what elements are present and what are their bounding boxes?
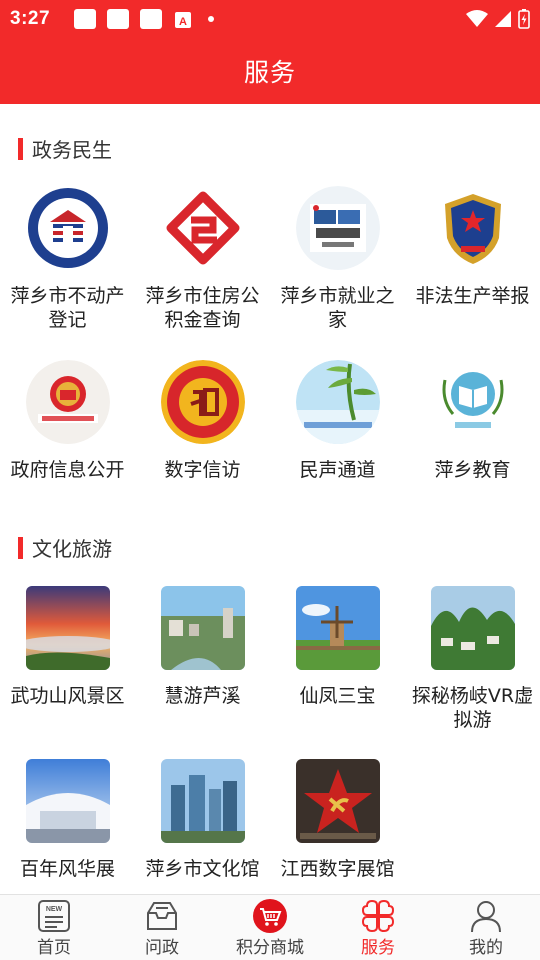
bottom-tab-bar: NEW 首页 问政 积分商城 服务 我的: [0, 894, 540, 960]
service-item-centennial-exhibition[interactable]: 百年风华展: [0, 759, 135, 881]
tab-wenzheng[interactable]: 问政: [108, 895, 216, 960]
status-time: 3:27: [10, 8, 51, 29]
emergency-management-emblem-icon: [430, 186, 515, 270]
tab-label: 服务: [361, 938, 395, 958]
service-item-label: 民声通道: [299, 459, 376, 481]
karst-village-photo: [430, 586, 515, 670]
header: 服务: [0, 38, 540, 104]
wifi-icon: [466, 10, 488, 27]
service-item-label: 萍乡市就业之家: [280, 285, 395, 331]
service-item-label: 萍乡市住房公积金查询: [145, 285, 260, 331]
tab-label: 问政: [145, 938, 179, 958]
service-item-label: 萍乡市不动产登记: [10, 285, 125, 331]
tab-services[interactable]: 服务: [324, 895, 432, 960]
tab-profile[interactable]: 我的: [432, 895, 540, 960]
mail-tray-icon: [144, 899, 180, 933]
real-estate-registration-seal-icon: [25, 186, 110, 270]
section-accent-bar: [18, 536, 23, 559]
windmill-village-photo: [295, 586, 380, 670]
tab-label: 积分商城: [236, 938, 304, 958]
service-item-label: 慧游芦溪: [164, 685, 241, 707]
service-item-label: 江西数字展馆: [280, 858, 395, 880]
page-title: 服务: [243, 58, 296, 87]
svg-text:NEW: NEW: [46, 906, 63, 913]
city-government-emblem-icon: [25, 360, 110, 444]
petition-bureau-seal-icon: [160, 360, 245, 444]
service-item-illegal-production-report[interactable]: 非法生产举报: [405, 186, 540, 308]
svg-text:A: A: [179, 16, 187, 28]
service-item-label: 萍乡教育: [434, 459, 511, 481]
notification-icon: [107, 9, 130, 29]
service-item-education[interactable]: 萍乡教育: [405, 360, 540, 482]
recruitment-poster-icon: [295, 186, 380, 270]
service-item-label: 武功山风景区: [10, 685, 125, 707]
shopping-cart-icon: [252, 899, 288, 933]
bamboo-voice-channel-icon: [295, 360, 380, 444]
service-item-employment[interactable]: 萍乡市就业之家: [270, 186, 405, 332]
service-item-huiyou-luxi[interactable]: 慧游芦溪: [135, 586, 270, 708]
red-star-emblem-photo: [295, 759, 380, 843]
sunset-mountain-photo: [25, 586, 110, 670]
tab-home[interactable]: NEW 首页: [0, 895, 108, 960]
service-item-label: 数字信访: [164, 459, 241, 481]
service-item-jiangxi-digital-museum[interactable]: 江西数字展馆: [270, 759, 405, 881]
section-title: 文化旅游: [32, 537, 112, 561]
exhibition-hall-photo: [25, 759, 110, 843]
service-item-government-info[interactable]: 政府信息公开: [0, 360, 135, 482]
newspaper-icon: NEW: [36, 899, 72, 933]
tab-label: 首页: [37, 938, 71, 958]
notification-icon: [74, 9, 97, 29]
education-book-logo-icon: [430, 360, 515, 444]
service-item-digital-petition[interactable]: 数字信访: [135, 360, 270, 482]
service-item-xianfeng-sanbao[interactable]: 仙凤三宝: [270, 586, 405, 708]
service-item-label: 政府信息公开: [10, 459, 125, 481]
city-skyline-photo: [160, 759, 245, 843]
battery-icon: [518, 9, 530, 29]
tab-points-mall[interactable]: 积分商城: [216, 895, 324, 960]
section-title: 政务民生: [32, 138, 112, 162]
section-header-culture-tourism: 文化旅游: [18, 533, 112, 562]
service-item-label: 百年风华展: [19, 858, 115, 880]
section-header-government: 政务民生: [18, 134, 112, 163]
service-item-yangqi-vr[interactable]: 探秘杨岐VR虚拟游: [405, 586, 540, 732]
four-petal-grid-icon: [360, 899, 396, 933]
more-notifications-dot-icon: [208, 16, 215, 22]
city-river-photo: [160, 586, 245, 670]
service-list[interactable]: 政务民生 萍乡市不动产登记 萍乡市住房公积金查询 萍乡市就业之家 非法生产举报 …: [0, 104, 540, 894]
service-item-cultural-center[interactable]: 萍乡市文化馆: [135, 759, 270, 881]
section-accent-bar: [18, 137, 23, 160]
housing-fund-logo-icon: [160, 186, 245, 270]
service-item-real-estate[interactable]: 萍乡市不动产登记: [0, 186, 135, 332]
app-notification-icon: A: [174, 11, 192, 28]
service-item-label: 非法生产举报: [415, 285, 530, 307]
status-bar: 3:27 A: [0, 0, 540, 38]
service-item-housing-fund[interactable]: 萍乡市住房公积金查询: [135, 186, 270, 332]
service-item-label: 仙凤三宝: [299, 685, 376, 707]
user-profile-icon: [468, 899, 504, 933]
tab-label: 我的: [469, 938, 503, 958]
service-item-label: 探秘杨岐VR虚拟游: [411, 685, 534, 731]
service-item-wugongshan[interactable]: 武功山风景区: [0, 586, 135, 708]
notification-icon: [140, 9, 163, 29]
cell-signal-icon: [495, 11, 511, 27]
service-item-public-voice[interactable]: 民声通道: [270, 360, 405, 482]
service-item-label: 萍乡市文化馆: [145, 858, 260, 880]
